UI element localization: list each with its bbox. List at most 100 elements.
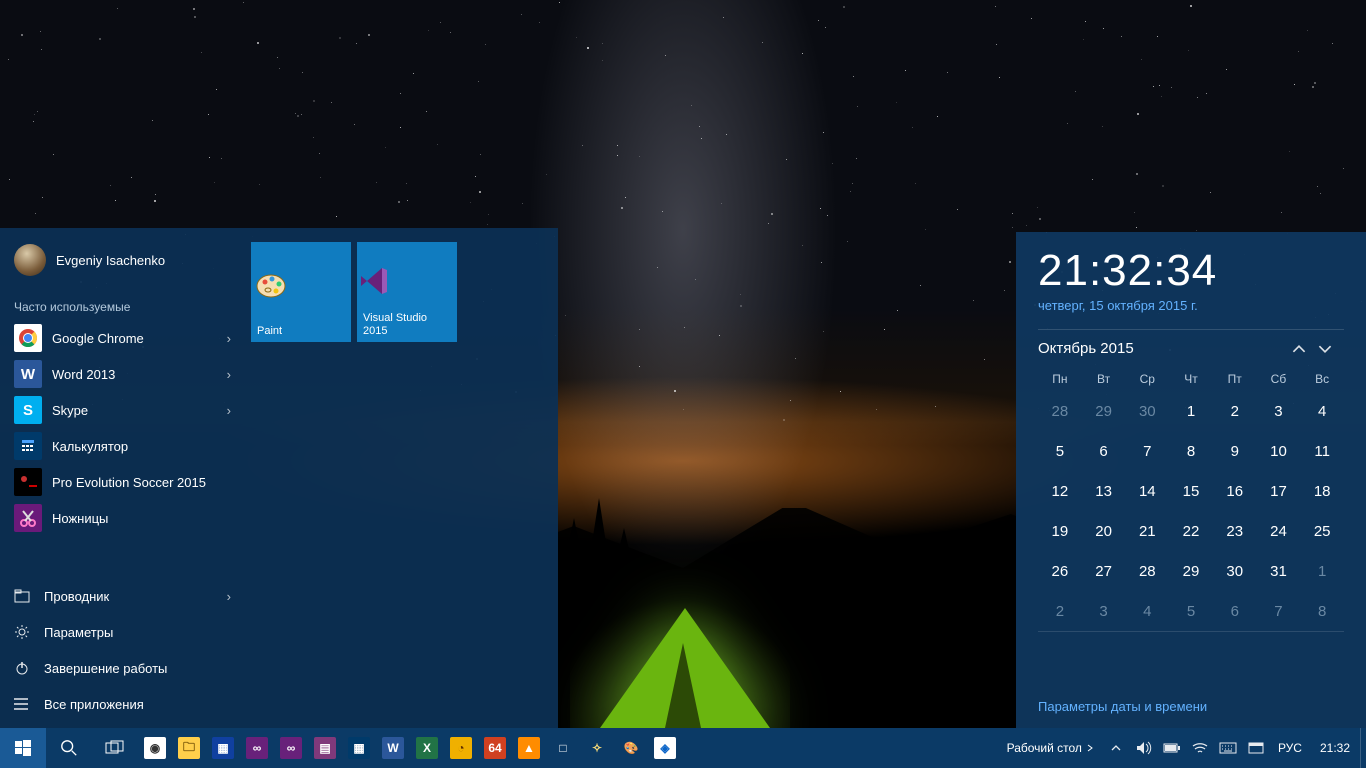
taskbar-app-far[interactable]: ▦ — [206, 728, 240, 768]
tray-battery[interactable] — [1158, 728, 1186, 768]
calendar-next[interactable] — [1318, 342, 1344, 356]
calendar-day[interactable]: 8 — [1300, 591, 1344, 631]
calendar-day[interactable]: 1 — [1300, 551, 1344, 591]
taskbar-app-blend[interactable]: ∞ — [274, 728, 308, 768]
calendar-day[interactable]: 11 — [1300, 431, 1344, 471]
calendar-day[interactable]: 29 — [1169, 551, 1213, 591]
toolbar-desktop[interactable]: Рабочий стол — [1001, 741, 1102, 755]
task-view-button[interactable] — [92, 728, 138, 768]
tile-vs[interactable]: Visual Studio 2015 — [357, 242, 457, 342]
calendar-day[interactable]: 3 — [1082, 591, 1126, 631]
calendar-day[interactable]: 2 — [1038, 591, 1082, 631]
system-item-explorer[interactable]: Проводник› — [0, 578, 245, 614]
tray-wifi[interactable] — [1186, 728, 1214, 768]
calendar-day[interactable]: 26 — [1038, 551, 1082, 591]
calendar-day[interactable]: 28 — [1038, 391, 1082, 431]
calendar-day[interactable]: 19 — [1038, 511, 1082, 551]
calendar-day[interactable]: 9 — [1213, 431, 1257, 471]
taskbar: ◉🗀▦∞∞▤▦WX◔64▲□✧🎨◈ Рабочий стол РУС 21:32 — [0, 728, 1366, 768]
calendar-day[interactable]: 1 — [1169, 391, 1213, 431]
tray-volume[interactable] — [1130, 728, 1158, 768]
taskbar-app-teamviewer[interactable]: ◈ — [648, 728, 682, 768]
app-item-skype[interactable]: SSkype› — [0, 392, 245, 428]
vs-icon — [357, 264, 457, 298]
calendar-day[interactable]: 13 — [1082, 471, 1126, 511]
system-item-power[interactable]: Завершение работы — [0, 650, 245, 686]
calendar-prev[interactable] — [1292, 342, 1318, 356]
tray-keyboard[interactable] — [1214, 728, 1242, 768]
calendar-day[interactable]: 3 — [1257, 391, 1301, 431]
tile-paint[interactable]: Paint — [251, 242, 351, 342]
taskbar-app-excel[interactable]: X — [410, 728, 444, 768]
calendar-day[interactable]: 14 — [1125, 471, 1169, 511]
calendar-day[interactable]: 30 — [1213, 551, 1257, 591]
calendar-day[interactable]: 20 — [1082, 511, 1126, 551]
calendar-day[interactable]: 27 — [1082, 551, 1126, 591]
calendar-day[interactable]: 6 — [1082, 431, 1126, 471]
app-item-word[interactable]: WWord 2013› — [0, 356, 245, 392]
calendar-day[interactable]: 21 — [1125, 511, 1169, 551]
app-item-pes[interactable]: Pro Evolution Soccer 2015 — [0, 464, 245, 500]
taskbar-app-onenote[interactable]: ▤ — [308, 728, 342, 768]
calendar-day[interactable]: 31 — [1257, 551, 1301, 591]
start-menu: Evgeniy Isachenko Часто используемые Goo… — [0, 228, 558, 728]
taskbar-app-chrome[interactable]: ◉ — [138, 728, 172, 768]
taskbar-app-visual-studio[interactable]: ∞ — [240, 728, 274, 768]
calendar-day[interactable]: 7 — [1257, 591, 1301, 631]
calendar-day[interactable]: 8 — [1169, 431, 1213, 471]
calendar-day[interactable]: 25 — [1300, 511, 1344, 551]
calendar-day[interactable]: 5 — [1038, 431, 1082, 471]
user-profile[interactable]: Evgeniy Isachenko — [0, 234, 245, 290]
calendar-day[interactable]: 29 — [1082, 391, 1126, 431]
calendar-day[interactable]: 7 — [1125, 431, 1169, 471]
calendar-day[interactable]: 12 — [1038, 471, 1082, 511]
taskbar-app-app-square[interactable]: □ — [546, 728, 580, 768]
taskbar-app-paint[interactable]: 🎨 — [614, 728, 648, 768]
taskbar-clock[interactable]: 21:32 — [1310, 741, 1360, 755]
keyboard-icon — [1219, 742, 1237, 754]
taskbar-app-explorer[interactable]: 🗀 — [172, 728, 206, 768]
calendar-day[interactable]: 28 — [1125, 551, 1169, 591]
taskbar-app-calculator[interactable]: ▦ — [342, 728, 376, 768]
language-indicator[interactable]: РУС — [1270, 741, 1310, 755]
taskbar-app-aida64[interactable]: 64 — [478, 728, 512, 768]
system-item-allapps[interactable]: Все приложения — [0, 686, 245, 722]
tray-input-indicator[interactable] — [1242, 728, 1270, 768]
clock-date-long[interactable]: четверг, 15 октября 2015 г. — [1038, 298, 1344, 313]
app-item-snip[interactable]: Ножницы — [0, 500, 245, 536]
avatar — [14, 244, 46, 276]
tile-label: Paint — [257, 325, 345, 338]
calendar-day[interactable]: 22 — [1169, 511, 1213, 551]
calendar-day[interactable]: 2 — [1213, 391, 1257, 431]
search-button[interactable] — [46, 728, 92, 768]
calendar-day[interactable]: 23 — [1213, 511, 1257, 551]
taskbar-app-app-tools[interactable]: ✧ — [580, 728, 614, 768]
app-item-chrome[interactable]: Google Chrome› — [0, 320, 245, 356]
taskbar-app-app-yellow[interactable]: ◔ — [444, 728, 478, 768]
start-button[interactable] — [0, 728, 46, 768]
system-item-settings[interactable]: Параметры — [0, 614, 245, 650]
calendar-day[interactable]: 4 — [1125, 591, 1169, 631]
calendar-day[interactable]: 5 — [1169, 591, 1213, 631]
app-tools-icon: ✧ — [586, 737, 608, 759]
calendar-day[interactable]: 24 — [1257, 511, 1301, 551]
chevron-right-icon: › — [227, 367, 231, 382]
show-desktop-button[interactable] — [1360, 728, 1366, 768]
calendar-day[interactable]: 10 — [1257, 431, 1301, 471]
calendar-day[interactable]: 30 — [1125, 391, 1169, 431]
app-label: Pro Evolution Soccer 2015 — [52, 475, 206, 490]
calendar-day[interactable]: 15 — [1169, 471, 1213, 511]
taskbar-app-word[interactable]: W — [376, 728, 410, 768]
date-time-settings-link[interactable]: Параметры даты и времени — [1038, 691, 1344, 718]
taskbar-app-vlc[interactable]: ▲ — [512, 728, 546, 768]
calendar-day[interactable]: 17 — [1257, 471, 1301, 511]
calendar-day[interactable]: 16 — [1213, 471, 1257, 511]
calendar-day[interactable]: 6 — [1213, 591, 1257, 631]
calendar-day[interactable]: 18 — [1300, 471, 1344, 511]
calendar-month-label[interactable]: Октябрь 2015 — [1038, 340, 1134, 357]
weekday-label: Сб — [1257, 367, 1301, 391]
explorer-icon: 🗀 — [178, 737, 200, 759]
app-item-calc[interactable]: Калькулятор — [0, 428, 245, 464]
calendar-day[interactable]: 4 — [1300, 391, 1344, 431]
tray-overflow[interactable] — [1102, 728, 1130, 768]
